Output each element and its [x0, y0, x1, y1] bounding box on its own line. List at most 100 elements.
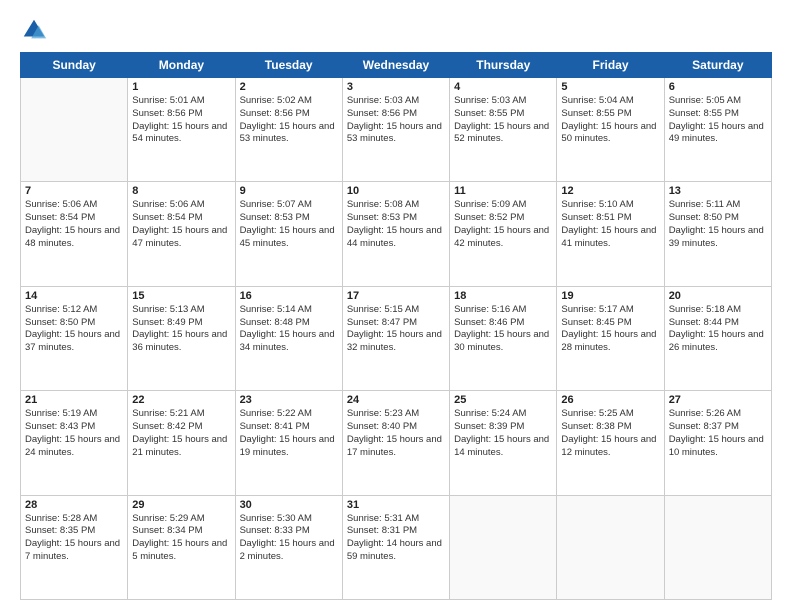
day-number: 14 [25, 290, 123, 302]
calendar-cell: 25 Sunrise: 5:24 AMSunset: 8:39 PMDaylig… [450, 391, 557, 495]
day-number: 17 [347, 290, 445, 302]
day-number: 20 [669, 290, 767, 302]
day-info: Sunrise: 5:29 AMSunset: 8:34 PMDaylight:… [132, 513, 230, 564]
calendar-cell: 29 Sunrise: 5:29 AMSunset: 8:34 PMDaylig… [128, 495, 235, 599]
day-info: Sunrise: 5:01 AMSunset: 8:56 PMDaylight:… [132, 95, 230, 146]
day-number: 11 [454, 185, 552, 197]
day-info: Sunrise: 5:03 AMSunset: 8:55 PMDaylight:… [454, 95, 552, 146]
day-info: Sunrise: 5:23 AMSunset: 8:40 PMDaylight:… [347, 408, 445, 459]
calendar-cell: 18 Sunrise: 5:16 AMSunset: 8:46 PMDaylig… [450, 286, 557, 390]
calendar-cell: 19 Sunrise: 5:17 AMSunset: 8:45 PMDaylig… [557, 286, 664, 390]
logo [20, 16, 52, 44]
calendar-cell: 11 Sunrise: 5:09 AMSunset: 8:52 PMDaylig… [450, 182, 557, 286]
calendar-cell: 5 Sunrise: 5:04 AMSunset: 8:55 PMDayligh… [557, 78, 664, 182]
day-info: Sunrise: 5:22 AMSunset: 8:41 PMDaylight:… [240, 408, 338, 459]
day-number: 27 [669, 394, 767, 406]
day-info: Sunrise: 5:05 AMSunset: 8:55 PMDaylight:… [669, 95, 767, 146]
weekday-tuesday: Tuesday [235, 53, 342, 78]
calendar-body: 1 Sunrise: 5:01 AMSunset: 8:56 PMDayligh… [21, 78, 772, 600]
calendar-week-0: 1 Sunrise: 5:01 AMSunset: 8:56 PMDayligh… [21, 78, 772, 182]
calendar-cell: 2 Sunrise: 5:02 AMSunset: 8:56 PMDayligh… [235, 78, 342, 182]
day-info: Sunrise: 5:04 AMSunset: 8:55 PMDaylight:… [561, 95, 659, 146]
calendar-week-1: 7 Sunrise: 5:06 AMSunset: 8:54 PMDayligh… [21, 182, 772, 286]
calendar-cell: 23 Sunrise: 5:22 AMSunset: 8:41 PMDaylig… [235, 391, 342, 495]
weekday-wednesday: Wednesday [342, 53, 449, 78]
day-number: 29 [132, 499, 230, 511]
day-number: 16 [240, 290, 338, 302]
day-info: Sunrise: 5:08 AMSunset: 8:53 PMDaylight:… [347, 199, 445, 250]
page: SundayMondayTuesdayWednesdayThursdayFrid… [0, 0, 792, 612]
weekday-monday: Monday [128, 53, 235, 78]
day-info: Sunrise: 5:31 AMSunset: 8:31 PMDaylight:… [347, 513, 445, 564]
day-number: 12 [561, 185, 659, 197]
day-info: Sunrise: 5:16 AMSunset: 8:46 PMDaylight:… [454, 304, 552, 355]
header [20, 16, 772, 44]
calendar-cell: 20 Sunrise: 5:18 AMSunset: 8:44 PMDaylig… [664, 286, 771, 390]
calendar-cell: 10 Sunrise: 5:08 AMSunset: 8:53 PMDaylig… [342, 182, 449, 286]
day-info: Sunrise: 5:25 AMSunset: 8:38 PMDaylight:… [561, 408, 659, 459]
day-info: Sunrise: 5:06 AMSunset: 8:54 PMDaylight:… [132, 199, 230, 250]
calendar-cell: 14 Sunrise: 5:12 AMSunset: 8:50 PMDaylig… [21, 286, 128, 390]
calendar-week-3: 21 Sunrise: 5:19 AMSunset: 8:43 PMDaylig… [21, 391, 772, 495]
day-info: Sunrise: 5:11 AMSunset: 8:50 PMDaylight:… [669, 199, 767, 250]
day-number: 26 [561, 394, 659, 406]
calendar-cell: 28 Sunrise: 5:28 AMSunset: 8:35 PMDaylig… [21, 495, 128, 599]
calendar-cell: 13 Sunrise: 5:11 AMSunset: 8:50 PMDaylig… [664, 182, 771, 286]
calendar-cell [450, 495, 557, 599]
day-number: 7 [25, 185, 123, 197]
day-info: Sunrise: 5:24 AMSunset: 8:39 PMDaylight:… [454, 408, 552, 459]
calendar-cell [21, 78, 128, 182]
calendar-cell: 31 Sunrise: 5:31 AMSunset: 8:31 PMDaylig… [342, 495, 449, 599]
day-number: 2 [240, 81, 338, 93]
calendar-cell: 21 Sunrise: 5:19 AMSunset: 8:43 PMDaylig… [21, 391, 128, 495]
calendar-cell [664, 495, 771, 599]
weekday-saturday: Saturday [664, 53, 771, 78]
weekday-header-row: SundayMondayTuesdayWednesdayThursdayFrid… [21, 53, 772, 78]
day-number: 8 [132, 185, 230, 197]
calendar-cell: 17 Sunrise: 5:15 AMSunset: 8:47 PMDaylig… [342, 286, 449, 390]
day-info: Sunrise: 5:07 AMSunset: 8:53 PMDaylight:… [240, 199, 338, 250]
day-info: Sunrise: 5:30 AMSunset: 8:33 PMDaylight:… [240, 513, 338, 564]
day-number: 9 [240, 185, 338, 197]
calendar-cell: 9 Sunrise: 5:07 AMSunset: 8:53 PMDayligh… [235, 182, 342, 286]
weekday-friday: Friday [557, 53, 664, 78]
day-number: 4 [454, 81, 552, 93]
calendar-header: SundayMondayTuesdayWednesdayThursdayFrid… [21, 53, 772, 78]
calendar-cell: 30 Sunrise: 5:30 AMSunset: 8:33 PMDaylig… [235, 495, 342, 599]
calendar-cell: 27 Sunrise: 5:26 AMSunset: 8:37 PMDaylig… [664, 391, 771, 495]
day-info: Sunrise: 5:19 AMSunset: 8:43 PMDaylight:… [25, 408, 123, 459]
calendar-week-2: 14 Sunrise: 5:12 AMSunset: 8:50 PMDaylig… [21, 286, 772, 390]
weekday-sunday: Sunday [21, 53, 128, 78]
calendar-cell [557, 495, 664, 599]
calendar-cell: 1 Sunrise: 5:01 AMSunset: 8:56 PMDayligh… [128, 78, 235, 182]
weekday-thursday: Thursday [450, 53, 557, 78]
day-number: 6 [669, 81, 767, 93]
day-info: Sunrise: 5:13 AMSunset: 8:49 PMDaylight:… [132, 304, 230, 355]
calendar-cell: 8 Sunrise: 5:06 AMSunset: 8:54 PMDayligh… [128, 182, 235, 286]
day-number: 10 [347, 185, 445, 197]
day-info: Sunrise: 5:02 AMSunset: 8:56 PMDaylight:… [240, 95, 338, 146]
day-number: 15 [132, 290, 230, 302]
day-info: Sunrise: 5:21 AMSunset: 8:42 PMDaylight:… [132, 408, 230, 459]
day-number: 28 [25, 499, 123, 511]
day-number: 3 [347, 81, 445, 93]
day-info: Sunrise: 5:03 AMSunset: 8:56 PMDaylight:… [347, 95, 445, 146]
calendar-cell: 3 Sunrise: 5:03 AMSunset: 8:56 PMDayligh… [342, 78, 449, 182]
day-number: 23 [240, 394, 338, 406]
logo-icon [20, 16, 48, 44]
day-info: Sunrise: 5:12 AMSunset: 8:50 PMDaylight:… [25, 304, 123, 355]
calendar-cell: 7 Sunrise: 5:06 AMSunset: 8:54 PMDayligh… [21, 182, 128, 286]
day-number: 30 [240, 499, 338, 511]
day-number: 21 [25, 394, 123, 406]
calendar-cell: 22 Sunrise: 5:21 AMSunset: 8:42 PMDaylig… [128, 391, 235, 495]
calendar-cell: 16 Sunrise: 5:14 AMSunset: 8:48 PMDaylig… [235, 286, 342, 390]
day-info: Sunrise: 5:06 AMSunset: 8:54 PMDaylight:… [25, 199, 123, 250]
day-number: 5 [561, 81, 659, 93]
day-number: 31 [347, 499, 445, 511]
calendar-cell: 24 Sunrise: 5:23 AMSunset: 8:40 PMDaylig… [342, 391, 449, 495]
day-number: 22 [132, 394, 230, 406]
day-info: Sunrise: 5:17 AMSunset: 8:45 PMDaylight:… [561, 304, 659, 355]
calendar-week-4: 28 Sunrise: 5:28 AMSunset: 8:35 PMDaylig… [21, 495, 772, 599]
day-number: 25 [454, 394, 552, 406]
day-number: 19 [561, 290, 659, 302]
